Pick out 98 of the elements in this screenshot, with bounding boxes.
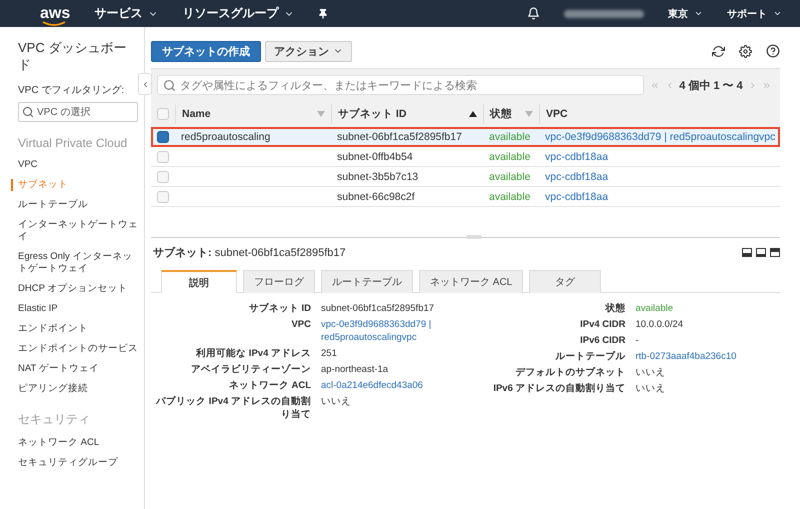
detail-label: サブネット ID <box>248 302 311 315</box>
detail-label: IPv4 CIDR <box>579 318 626 331</box>
sort-icon[interactable] <box>525 111 533 117</box>
chevron-down-icon <box>773 9 782 18</box>
support-menu[interactable]: サポート <box>727 6 782 20</box>
status-cell-text: available <box>488 170 532 182</box>
detail-label: IPv6 アドレスの自動割り当て <box>492 382 626 395</box>
detail-value: いいえ <box>636 366 666 379</box>
detail-link[interactable]: acl-0a214e6dfecd43a06 <box>321 379 466 392</box>
bell-icon[interactable] <box>527 7 540 20</box>
table-cell-text: red5proautoscaling <box>180 130 272 142</box>
pin-icon[interactable] <box>318 8 328 18</box>
detail-label: アベイラビリティーゾーン <box>190 363 311 376</box>
region-menu[interactable]: 東京 <box>668 6 703 20</box>
column-header[interactable]: 状態 <box>483 104 539 124</box>
select-all-checkbox[interactable] <box>157 108 169 120</box>
column-header[interactable]: サブネット ID <box>331 104 483 124</box>
row-checkbox[interactable] <box>157 130 169 142</box>
detail-tab[interactable]: ネットワーク ACL <box>419 270 524 293</box>
detail-tab[interactable]: ルートテーブル <box>321 270 413 293</box>
vpc-link[interactable]: vpc-cdbf18aa <box>539 190 780 202</box>
smile-icon <box>42 20 66 26</box>
nav-menu[interactable]: サービス <box>94 5 158 22</box>
detail-tab[interactable]: フローログ <box>243 270 315 293</box>
detail-label: パブリック IPv4 アドレスの自動割り当て <box>154 395 311 421</box>
section-heading: Virtual Private Cloud <box>18 136 128 150</box>
detail-label: ネットワーク ACL <box>228 379 311 392</box>
vpc-link[interactable]: vpc-cdbf18aa <box>539 170 780 182</box>
table-cell-text: subnet-3b5b7c13 <box>336 170 420 182</box>
detail-label: 利用可能な IPv4 アドレス <box>194 347 311 360</box>
sidebar-item[interactable]: NAT ゲートウェイ <box>11 363 138 375</box>
sidebar-item[interactable]: ピアリング接続 <box>11 383 138 395</box>
detail-value: 251 <box>321 347 338 360</box>
sidebar-item[interactable]: Elastic IP <box>11 303 138 315</box>
table-row[interactable]: subnet-3b5b7c13 available vpc-cdbf18aa <box>151 167 780 187</box>
detail-label: 状態 <box>604 302 626 315</box>
detail-label: デフォルトのサブネット <box>514 366 626 379</box>
vpc-link[interactable]: vpc-cdbf18aa <box>539 150 780 162</box>
sidebar-item[interactable]: エンドポイントのサービス <box>11 343 138 355</box>
sidebar-item[interactable]: Egress Only インターネットゲートウェイ <box>11 251 138 275</box>
help-icon[interactable] <box>766 44 780 58</box>
sidebar-item[interactable]: VPC <box>11 159 138 171</box>
resize-handle[interactable] <box>466 235 482 239</box>
detail-value: いいえ <box>321 395 352 409</box>
detail-label: ルートテーブル <box>554 350 626 363</box>
split-pane-layout-icon[interactable] <box>756 248 766 257</box>
create-subnet-button[interactable]: サブネットの作成 <box>151 40 261 62</box>
detail-link[interactable]: vpc-0e3f9d9688363dd79 | red5proautoscalingvpc <box>321 318 466 344</box>
detail-title: サブネット: subnet-06bf1ca5f2895fb17 <box>153 246 346 260</box>
table-row[interactable]: subnet-0ffb4b54 available vpc-cdbf18aa <box>151 147 780 167</box>
vpc-select-field[interactable]: VPC の選択 <box>18 102 138 122</box>
sidebar-title[interactable]: VPC ダッシュボード <box>18 39 138 73</box>
blurred-account-name[interactable] <box>564 10 644 18</box>
detail-label: IPv6 CIDR <box>579 334 626 347</box>
vpc-link[interactable]: vpc-0e3f9d9688363dd79 | red5proautoscalingvpc <box>539 130 782 142</box>
refresh-icon[interactable] <box>712 44 725 58</box>
sidebar-item[interactable]: ルートテーブル <box>11 199 138 211</box>
collapse-sidebar-button[interactable] <box>138 73 152 95</box>
status-cell-text: available <box>488 130 532 142</box>
detail-value: いいえ <box>636 382 666 395</box>
sidebar-item[interactable]: DHCP オプションセット <box>11 283 138 295</box>
column-header[interactable]: Name <box>175 104 331 124</box>
table-cell-text: subnet-0ffb4b54 <box>336 150 414 162</box>
logo[interactable]: aws <box>40 4 70 22</box>
bottom-pane-layout-icon[interactable] <box>742 248 752 257</box>
detail-value: - <box>636 334 640 347</box>
detail-value: subnet-06bf1ca5f2895fb17 <box>321 302 436 315</box>
pagination-text: 4 個中 1 〜 4 <box>679 78 743 92</box>
filter-label: VPC でフィルタリング: <box>18 84 126 97</box>
chevron-down-icon <box>694 9 703 18</box>
detail-value: 10.0.0.0/24 <box>636 318 684 331</box>
column-header[interactable]: VPC <box>539 104 780 124</box>
search-icon <box>163 78 176 92</box>
search-icon <box>22 106 34 118</box>
sidebar-item[interactable]: エンドポイント <box>11 323 138 335</box>
table-cell-text: subnet-06bf1ca5f2895fb17 <box>336 130 463 142</box>
sort-icon[interactable] <box>317 111 325 117</box>
status-cell-text: available <box>488 150 532 162</box>
table-row[interactable]: subnet-66c98c2f available vpc-cdbf18aa <box>151 187 780 207</box>
table-cell-text: subnet-66c98c2f <box>336 190 416 202</box>
sidebar-item[interactable]: セキュリティグループ <box>11 457 138 469</box>
detail-label: VPC <box>290 318 311 332</box>
settings-icon[interactable] <box>739 44 752 58</box>
detail-value: ap-northeast-1a <box>321 363 390 376</box>
sidebar-item[interactable]: ネットワーク ACL <box>11 437 138 449</box>
detail-tab[interactable]: タグ <box>529 270 602 293</box>
status-cell-text: available <box>488 190 532 202</box>
nav-menu[interactable]: リソースグループ <box>182 5 294 22</box>
sort-ascending-icon[interactable] <box>469 111 477 117</box>
detail-link[interactable]: rtb-0273aaaf4ba236c10 <box>636 350 780 363</box>
actions-button[interactable]: アクション <box>265 40 352 62</box>
section-heading: セキュリティ <box>18 411 91 428</box>
top-pane-layout-icon[interactable] <box>770 248 780 257</box>
search-field[interactable]: タグや属性によるフィルター、またはキーワードによる検索 <box>157 75 644 95</box>
detail-value: available <box>636 302 674 315</box>
detail-tab[interactable]: 説明 <box>161 270 237 293</box>
table-row[interactable]: red5proautoscaling subnet-06bf1ca5f2895fb17 available vpc-0e3f9d9688363dd79 | red5proautoscalingvpc <box>151 127 780 147</box>
sidebar-item[interactable]: インターネットゲートウェイ <box>11 219 138 243</box>
